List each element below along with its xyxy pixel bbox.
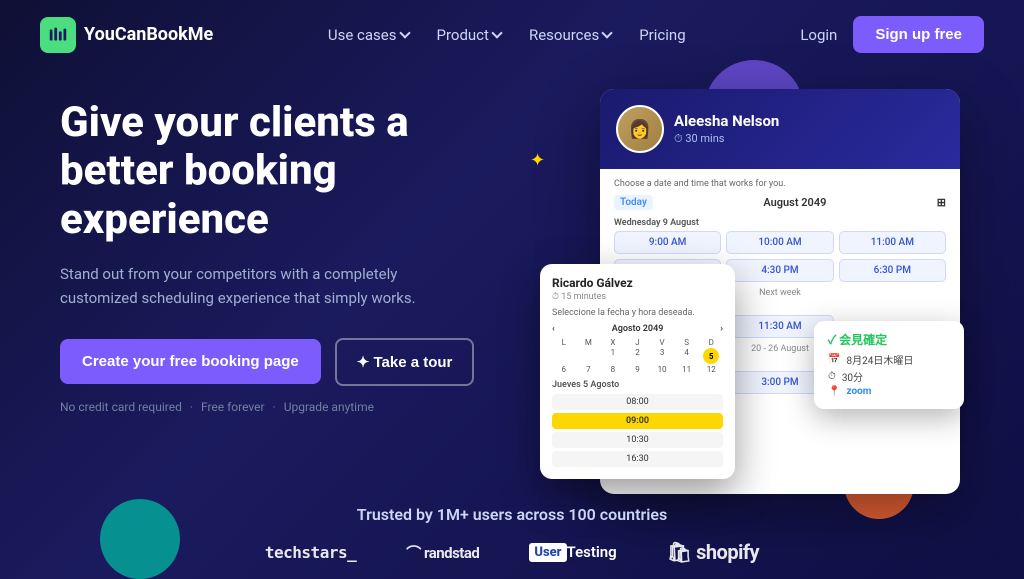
logo-usertesting: User Testing [529, 543, 616, 562]
logo-randstad: ⌒ randstad [406, 542, 479, 563]
avatar: 👩 [616, 105, 664, 153]
chevron-down-icon-3 [602, 27, 613, 38]
logo-icon [40, 17, 76, 53]
mini-time-list: 08:00 09:00 10:30 16:30 [552, 394, 723, 467]
nav-item-usecases[interactable]: Use cases [328, 26, 409, 44]
brand-name: YouCanBookMe [84, 24, 213, 45]
tooltip-card: ✓ 会見確定 📅 8月24日木曜日 ⏱ 30分 📍 zoom [814, 321, 964, 409]
nav-item-product[interactable]: Product [437, 26, 501, 44]
hero-subtitle: Stand out from your competitors with a c… [60, 262, 440, 310]
logo-shopify: 🛍 shopify [667, 540, 759, 564]
nav-link-usecases[interactable]: Use cases [328, 26, 409, 44]
hero-cta: Create your free booking page ✦ Take a t… [60, 338, 520, 386]
trusted-title: Trusted by 1M+ users across 100 countrie… [40, 505, 984, 524]
trusted-section: Trusted by 1M+ users across 100 countrie… [0, 489, 1024, 576]
tooltip-date-row: 📅 8月24日木曜日 [828, 352, 950, 367]
time-slot[interactable]: 6:30 PM [839, 259, 946, 282]
calendar-nav-icon[interactable]: ⊞ [937, 196, 946, 209]
card-aleesha-info: Aleesha Nelson ⏱ 30 mins [674, 112, 779, 146]
mini-time-slot-highlighted[interactable]: 09:00 [552, 413, 723, 429]
time-slot[interactable]: 4:30 PM [726, 259, 833, 282]
login-button[interactable]: Login [800, 26, 837, 44]
logo-techstars: techstars_ [265, 543, 356, 562]
cal-header: Today August 2049 ⊞ [614, 195, 946, 210]
nav-right: Login Sign up free [800, 16, 984, 53]
create-booking-button[interactable]: Create your free booking page [60, 339, 321, 384]
nav-link-pricing[interactable]: Pricing [639, 26, 685, 44]
hero-left: Give your clients a better booking exper… [60, 89, 520, 414]
time-slot[interactable]: 11:00 AM [839, 231, 946, 254]
tooltip-zoom-row: 📍 zoom [828, 386, 950, 397]
calendar-icon: 📅 [828, 354, 840, 365]
hero-section: Give your clients a better booking exper… [0, 69, 1024, 489]
chevron-down-icon-2 [491, 27, 502, 38]
time-slot[interactable]: 10:00 AM [726, 231, 833, 254]
hero-fine-print: No credit card required · Free forever ·… [60, 400, 520, 414]
mini-cal-grid: LMXJVSD 12345 6789101112 [552, 338, 723, 374]
clock-icon: ⏱ [828, 371, 836, 382]
chevron-down-icon [399, 27, 410, 38]
signup-button[interactable]: Sign up free [853, 16, 984, 53]
take-tour-button[interactable]: ✦ Take a tour [335, 338, 475, 386]
ricardo-duration: ⏱ 15 minutes [552, 292, 723, 302]
location-icon: 📍 [828, 386, 840, 397]
selected-day[interactable]: 5 [703, 348, 719, 364]
nav-item-resources[interactable]: Resources [529, 26, 611, 44]
nav-links: Use cases Product Resources Pricing [328, 26, 686, 44]
nav-item-pricing[interactable]: Pricing [639, 26, 685, 44]
mini-cal-header: ‹ Agosto 2049 › [552, 324, 723, 334]
mini-time-slot[interactable]: 10:30 [552, 432, 723, 448]
main-wrapper: ✦ ✦ YouCanBookMe Use cases [0, 0, 1024, 579]
hero-title: Give your clients a better booking exper… [60, 99, 520, 244]
nav-link-resources[interactable]: Resources [529, 26, 611, 44]
nav-link-product[interactable]: Product [437, 26, 501, 44]
mini-time-slot[interactable]: 16:30 [552, 451, 723, 467]
logos-row: techstars_ ⌒ randstad User Testing 🛍 sho… [40, 540, 984, 564]
aleesha-duration: ⏱ 30 mins [674, 132, 779, 146]
hero-right: 👩 Aleesha Nelson ⏱ 30 mins Choose a date… [540, 89, 984, 489]
tooltip-duration-row: ⏱ 30分 [828, 369, 950, 384]
time-slot[interactable]: 9:00 AM [614, 231, 721, 254]
card-aleesha-header: 👩 Aleesha Nelson ⏱ 30 mins [600, 89, 960, 169]
logo-link[interactable]: YouCanBookMe [40, 17, 213, 53]
booking-card-ricardo: Ricardo Gálvez ⏱ 15 minutes Seleccione l… [540, 264, 735, 479]
logo-svg [47, 24, 69, 46]
mini-time-slot[interactable]: 08:00 [552, 394, 723, 410]
navbar: YouCanBookMe Use cases Product Resources [0, 0, 1024, 69]
